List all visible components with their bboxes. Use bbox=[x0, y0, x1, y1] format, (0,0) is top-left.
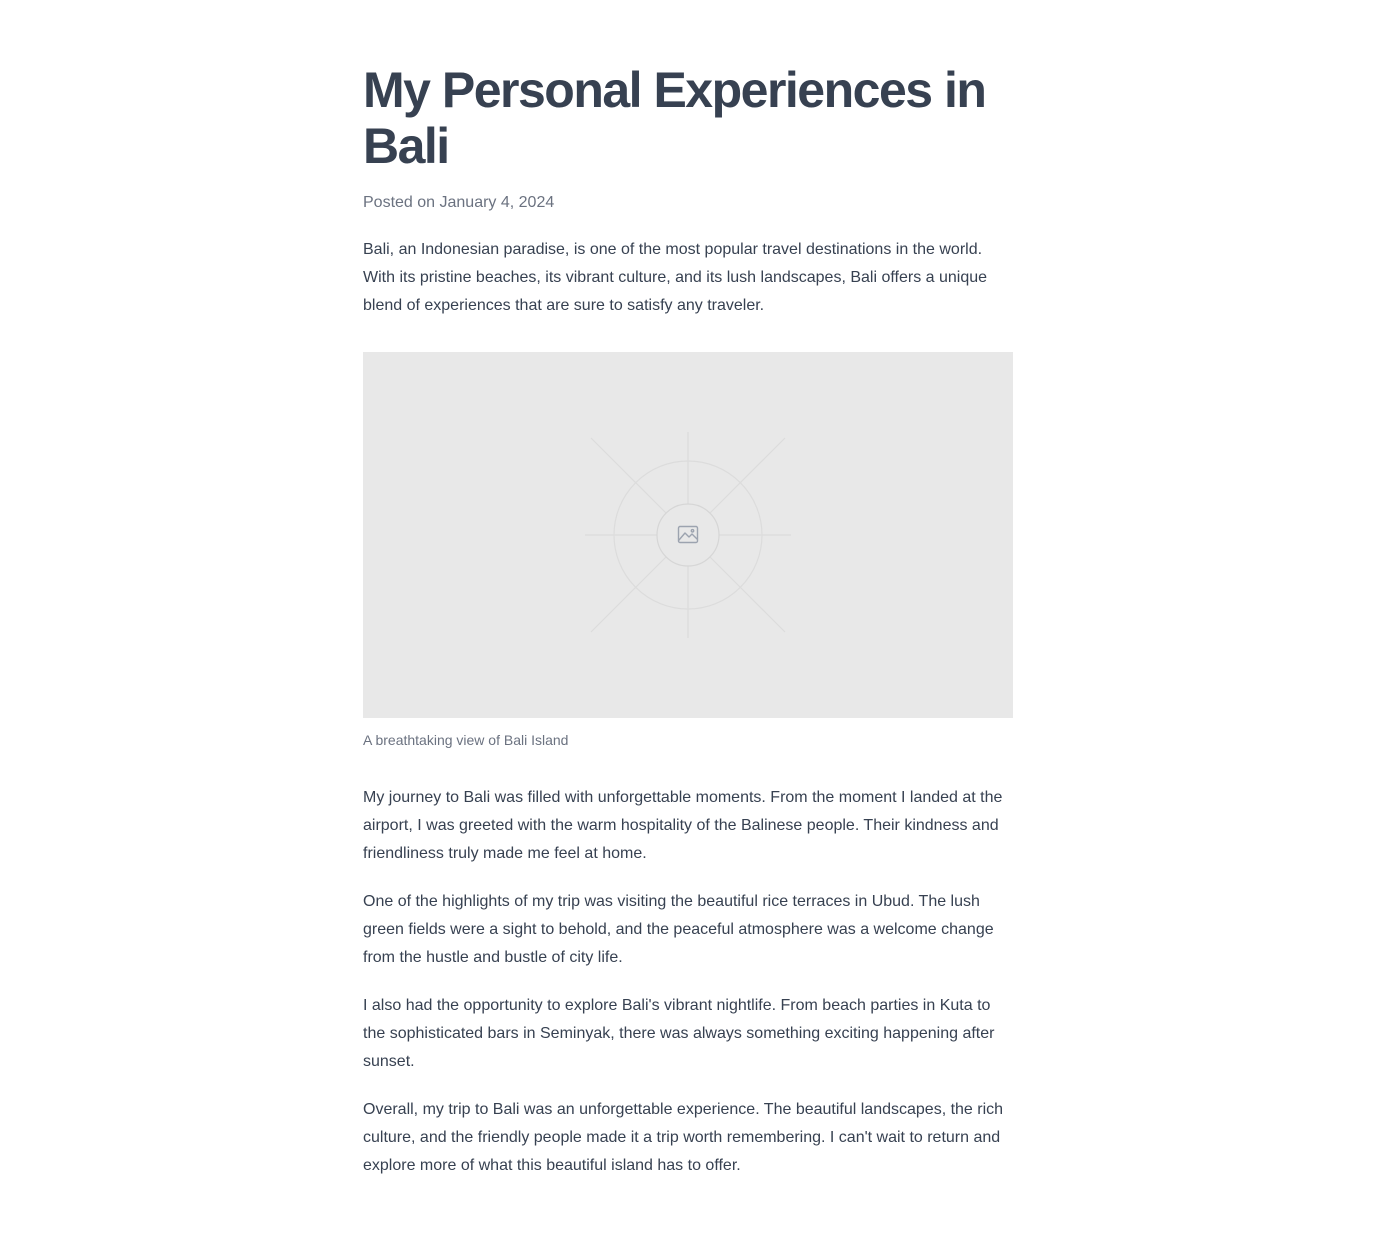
article-body: My journey to Bali was filled with unfor… bbox=[363, 784, 1013, 1180]
body-paragraph: My journey to Bali was filled with unfor… bbox=[363, 789, 1003, 862]
figure-caption: A breathtaking view of Bali Island bbox=[363, 732, 569, 748]
body-paragraph: One of the highlights of my trip was vis… bbox=[363, 893, 994, 966]
page-title: My Personal Experiences in Bali bbox=[363, 62, 987, 174]
image-placeholder bbox=[363, 352, 1013, 718]
placeholder-graphic bbox=[585, 432, 791, 638]
body-paragraph: I also had the opportunity to explore Ba… bbox=[363, 997, 995, 1070]
body-paragraph: Overall, my trip to Bali was an unforget… bbox=[363, 1101, 1004, 1174]
article-figure: A breathtaking view of Bali Island bbox=[363, 352, 1013, 750]
intro-paragraph: Bali, an Indonesian paradise, is one of … bbox=[363, 241, 988, 314]
post-date: Posted on January 4, 2024 bbox=[363, 194, 555, 211]
blog-article: My Personal Experiences in Bali Posted o… bbox=[363, 62, 1013, 1180]
